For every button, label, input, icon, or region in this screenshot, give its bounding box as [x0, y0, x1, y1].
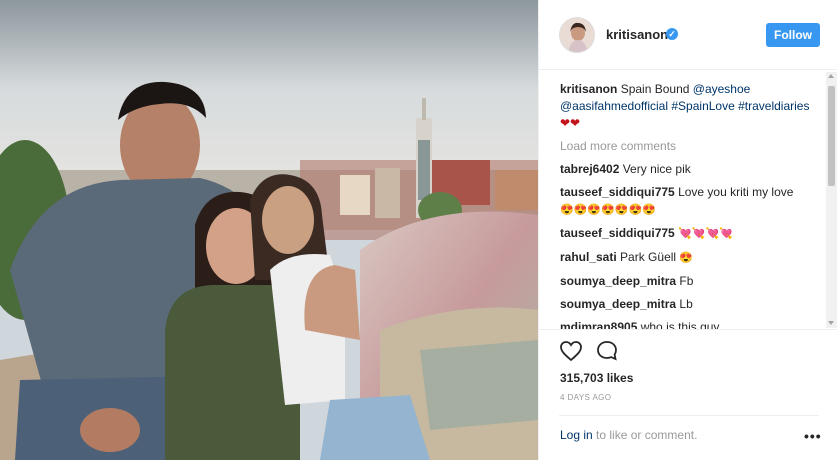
- hashtag-link[interactable]: #traveldiaries: [738, 99, 809, 113]
- comment-item: soumya_deep_mitra Fb: [560, 273, 822, 290]
- comment-item: mdimran8905 who is this guy: [560, 319, 822, 329]
- post-header: kritisanon ✓ Follow: [539, 0, 837, 70]
- comment-text: Lb: [679, 297, 693, 311]
- post-photo[interactable]: [0, 0, 538, 460]
- mention-link[interactable]: @ayeshoe: [693, 82, 751, 96]
- comment-item: tabrej6402 Very nice pik: [560, 161, 822, 178]
- follow-button[interactable]: Follow: [766, 23, 820, 47]
- comments-scrollbar[interactable]: [826, 72, 837, 328]
- instagram-post-embed: kritisanon ✓ Follow kritisanon Spain Bou…: [0, 0, 837, 460]
- comment-username[interactable]: soumya_deep_mitra: [560, 297, 676, 311]
- login-prompt: Log in to like or comment.: [560, 428, 697, 442]
- caption-emoji: ❤❤: [560, 116, 581, 130]
- likes-count[interactable]: 315,703 likes: [560, 371, 633, 385]
- post-timestamp[interactable]: 4 DAYS AGO: [560, 393, 611, 402]
- verified-badge-icon: ✓: [666, 28, 678, 40]
- load-more-comments-button[interactable]: Load more comments: [560, 138, 822, 155]
- photo-scene: [0, 0, 538, 460]
- caption-username[interactable]: kritisanon: [560, 82, 617, 96]
- comment-item: tauseef_siddiqui775 Love you kriti my lo…: [560, 184, 822, 219]
- avatar[interactable]: [559, 17, 595, 53]
- comment-text: Love you kriti my love: [678, 185, 794, 199]
- comment-icon[interactable]: [595, 339, 619, 363]
- post-sidebar: kritisanon ✓ Follow kritisanon Spain Bou…: [538, 0, 837, 460]
- comment-emoji: 😍: [679, 252, 694, 264]
- comment-item: tauseef_siddiqui775 💘💘💘💘: [560, 225, 822, 243]
- comment-username[interactable]: tauseef_siddiqui775: [560, 226, 675, 240]
- divider: [539, 329, 837, 330]
- comment-username[interactable]: tauseef_siddiqui775: [560, 185, 675, 199]
- comment-emoji: 💘💘💘💘: [678, 228, 733, 240]
- scrollbar-thumb[interactable]: [828, 86, 835, 186]
- comment-username[interactable]: mdimran8905: [560, 320, 637, 329]
- comment-username[interactable]: tabrej6402: [560, 162, 619, 176]
- scroll-down-arrow-icon[interactable]: [828, 321, 834, 325]
- caption: kritisanon Spain Bound @ayeshoe @aasifah…: [560, 81, 822, 132]
- comment-text: Very nice pik: [622, 162, 691, 176]
- avatar-image: [560, 18, 594, 52]
- caption-text: Spain Bound: [620, 82, 690, 96]
- username-link[interactable]: kritisanon: [606, 27, 668, 42]
- comments-list[interactable]: kritisanon Spain Bound @ayeshoe @aasifah…: [560, 81, 822, 329]
- divider: [559, 415, 819, 416]
- comment-username[interactable]: rahul_sati: [560, 250, 617, 264]
- comment-text: who is this guy: [640, 320, 720, 329]
- comment-text: Fb: [679, 274, 694, 288]
- login-link[interactable]: Log in: [560, 428, 593, 442]
- scroll-up-arrow-icon[interactable]: [828, 74, 834, 78]
- more-options-icon[interactable]: •••: [804, 428, 822, 444]
- hashtag-link[interactable]: #SpainLove: [671, 99, 734, 113]
- comment-text: Park Güell: [620, 250, 677, 264]
- mention-link[interactable]: @aasifahmedofficial: [560, 99, 668, 113]
- heart-icon[interactable]: [559, 339, 583, 363]
- comment-username[interactable]: soumya_deep_mitra: [560, 274, 676, 288]
- comment-item: soumya_deep_mitra Lb: [560, 296, 822, 313]
- login-prompt-text: to like or comment.: [592, 428, 698, 442]
- comment-emoji: 😍😍😍😍😍😍😍: [560, 204, 656, 216]
- comment-item: rahul_sati Park Güell 😍: [560, 249, 822, 267]
